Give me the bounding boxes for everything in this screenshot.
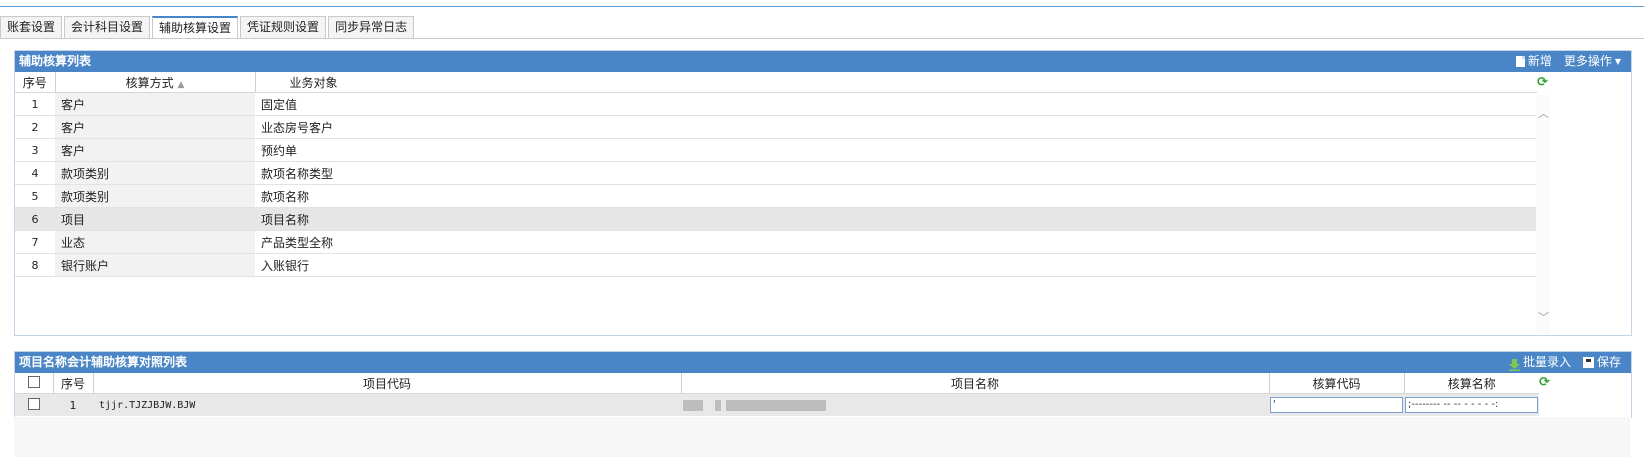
new-document-icon (1515, 56, 1525, 67)
method-cell: 客户 (55, 92, 255, 116)
refresh-icon[interactable]: ⟳ (1537, 75, 1548, 90)
table-row[interactable]: 5 款项类别 款项名称 (15, 184, 1537, 208)
row-index: 6 (15, 207, 55, 231)
scroll-up-icon[interactable]: ︿ (1538, 105, 1549, 121)
object-cell: 款项名称 (255, 184, 1537, 208)
accounting-code-cell[interactable]: ' (1269, 393, 1404, 416)
caret-down-icon: ▼ (1614, 57, 1621, 66)
row-select-cell[interactable] (15, 393, 53, 416)
batch-entry-button[interactable]: 批量录入 (1508, 352, 1571, 373)
column-header-project-name[interactable]: 项目名称 (680, 373, 1269, 394)
table-row[interactable]: 2 客户 业态房号客户 (15, 115, 1537, 139)
object-cell: 入账银行 (255, 253, 1537, 277)
column-header-index[interactable]: 序号 (52, 373, 93, 394)
auxiliary-table: 序号 核算方式 ▲ 业务对象 1 客户 固定值 2 客户 业态房号客户 3 客户 预约单 4 款项类… (15, 72, 1537, 277)
more-actions-dropdown[interactable]: 更多操作 ▼ (1564, 51, 1621, 72)
panel-title: 项目名称会计辅助核算对照列表 (19, 355, 188, 369)
row-index: 1 (15, 92, 55, 116)
more-label: 更多操作 (1563, 54, 1612, 68)
object-cell: 固定值 (255, 92, 1537, 116)
vertical-scrollbar[interactable]: ︿ ﹀ (1536, 95, 1550, 333)
method-cell: 客户 (55, 115, 255, 139)
column-header-object[interactable]: 业务对象 (254, 72, 1537, 93)
row-checkbox[interactable] (28, 397, 40, 410)
tab-bar: 账套设置 会计科目设置 辅助核算设置 凭证规则设置 同步异常日志 (0, 16, 416, 38)
refresh-icon[interactable]: ⟳ (1539, 375, 1550, 390)
method-cell: 客户 (55, 138, 255, 162)
column-header-project-code[interactable]: 项目代码 (92, 373, 681, 394)
batch-label: 批量录入 (1522, 355, 1571, 369)
row-index: 8 (15, 253, 55, 277)
object-cell: 项目名称 (255, 207, 1537, 231)
panel-title: 辅助核算列表 (19, 54, 92, 68)
download-icon (1508, 357, 1520, 371)
tab-divider (0, 38, 1644, 39)
table-row[interactable]: 1 tjjr.TJZJBJW.BJW ' ;-------- -- -- - -… (15, 393, 1539, 416)
project-code-cell: tjjr.TJZJBJW.BJW (93, 393, 681, 416)
row-index: 1 (53, 393, 93, 416)
row-index: 3 (15, 138, 55, 162)
row-index: 5 (15, 184, 55, 208)
tab-sync-error-log[interactable]: 同步异常日志 (328, 16, 415, 38)
table-row[interactable]: 6 项目 项目名称 (15, 207, 1537, 231)
object-cell: 业态房号客户 (255, 115, 1537, 139)
auxiliary-list-panel: 辅助核算列表 新增 更多操作 ▼ 序号 核算方式 ▲ 业务对象 1 客户 固定值 2 客… (14, 50, 1632, 336)
table-row[interactable]: 4 款项类别 款项名称类型 (15, 161, 1537, 185)
sort-asc-icon: ▲ (177, 79, 185, 90)
row-index: 7 (15, 230, 55, 254)
object-cell: 预约单 (255, 138, 1537, 162)
table-row[interactable]: 1 客户 固定值 (15, 92, 1537, 116)
accounting-name-input[interactable]: ;-------- -- -- - - - - -: (1405, 397, 1538, 413)
method-cell: 款项类别 (55, 184, 255, 208)
accounting-name-cell[interactable]: ;-------- -- -- - - - - -: (1404, 393, 1539, 416)
table-row[interactable]: 7 业态 产品类型全称 (15, 230, 1537, 254)
project-name-cell-redacted (681, 393, 1269, 416)
select-all-checkbox[interactable] (27, 375, 40, 388)
object-cell: 产品类型全称 (255, 230, 1537, 254)
save-button[interactable]: 保存 (1582, 352, 1621, 373)
add-button[interactable]: 新增 (1515, 51, 1552, 72)
method-cell: 业态 (55, 230, 255, 254)
row-index: 4 (15, 161, 55, 185)
tab-subject-settings[interactable]: 会计科目设置 (64, 16, 151, 38)
column-header-index[interactable]: 序号 (15, 72, 55, 93)
panel-footer-area (14, 417, 1630, 457)
select-all-cell[interactable] (15, 373, 53, 394)
column-header-accounting-name[interactable]: 核算名称 (1403, 373, 1539, 394)
column-header-accounting-code[interactable]: 核算代码 (1268, 373, 1404, 394)
top-border-line (0, 6, 1644, 7)
mapping-table: 序号 项目代码 项目名称 核算代码 核算名称 1 tjjr.TJZJBJW.BJ… (15, 373, 1539, 416)
accounting-code-input[interactable]: ' (1270, 397, 1403, 413)
tab-auxiliary-accounting[interactable]: 辅助核算设置 (152, 16, 239, 38)
save-icon (1582, 357, 1594, 368)
method-cell: 银行账户 (55, 253, 255, 277)
table-row[interactable]: 3 客户 预约单 (15, 138, 1537, 162)
panel-header: 辅助核算列表 新增 更多操作 ▼ (15, 51, 1631, 72)
scroll-down-icon[interactable]: ﹀ (1538, 309, 1549, 325)
method-cell: 款项类别 (55, 161, 255, 185)
save-label: 保存 (1596, 355, 1621, 369)
row-index: 2 (15, 115, 55, 139)
mapping-list-panel: 项目名称会计辅助核算对照列表 批量录入 保存 序号 项目代码 项目名称 核算代码… (14, 351, 1632, 418)
add-label: 新增 (1527, 54, 1552, 68)
tab-voucher-rules[interactable]: 凭证规则设置 (240, 16, 327, 38)
panel-header: 项目名称会计辅助核算对照列表 批量录入 保存 (15, 352, 1631, 373)
tab-account-set[interactable]: 账套设置 (0, 16, 63, 38)
object-cell: 款项名称类型 (255, 161, 1537, 185)
column-header-method[interactable]: 核算方式 ▲ (54, 72, 255, 93)
table-row[interactable]: 8 银行账户 入账银行 (15, 253, 1537, 277)
method-cell: 项目 (55, 207, 255, 231)
